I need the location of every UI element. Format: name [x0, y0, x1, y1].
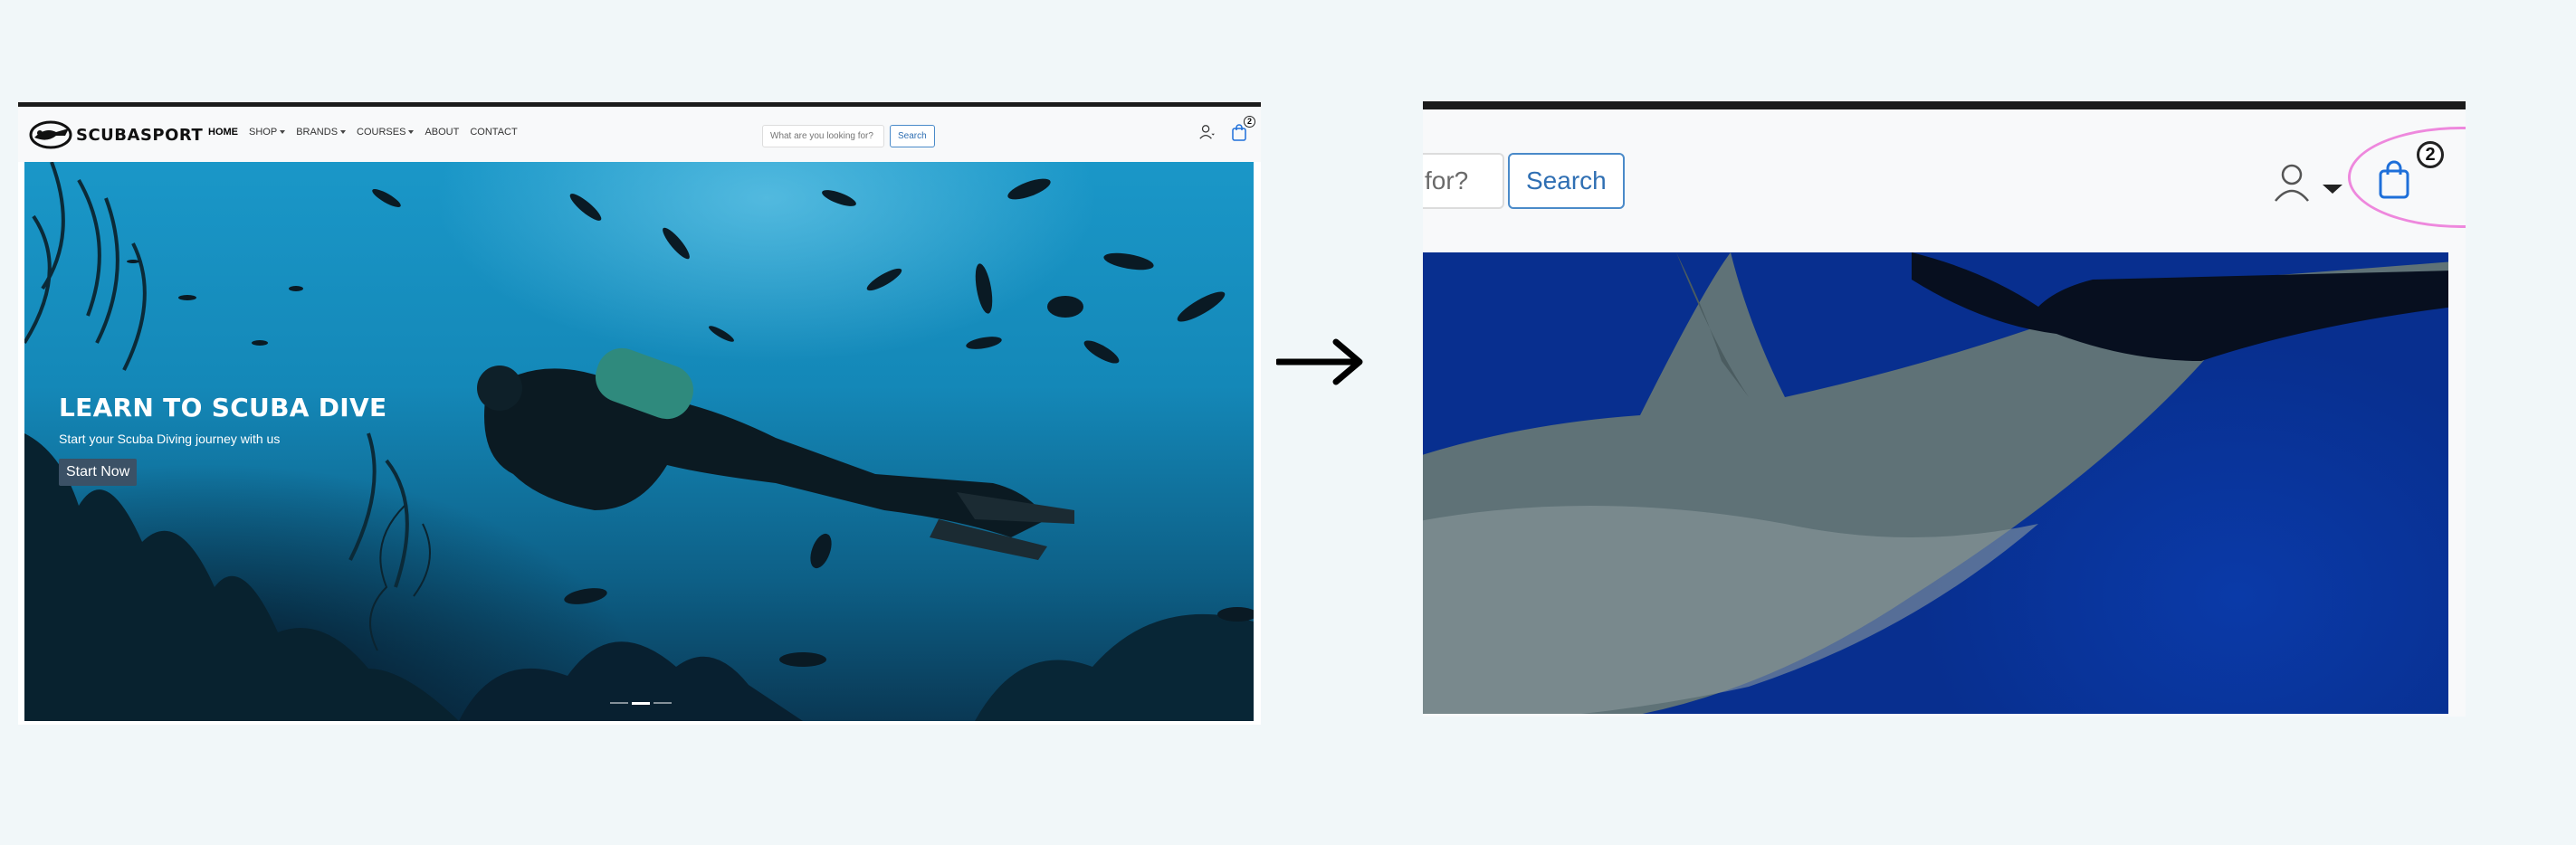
shark-illustration [1423, 252, 2448, 714]
hero-title: LEARN TO SCUBA DIVE [59, 393, 387, 422]
user-icon[interactable] [2274, 163, 2310, 203]
right-arrow-icon [1276, 338, 1363, 385]
diver-logo-icon [29, 120, 72, 149]
nav-item-label: SHOP [249, 127, 278, 138]
nav-item-contact[interactable]: CONTACT [470, 127, 517, 138]
nav-actions: 2 [1198, 116, 1255, 141]
nav-item-shop[interactable]: SHOP [249, 127, 286, 138]
zoomed-header-crop: for? Search 2 [1423, 101, 2466, 717]
hero-slide-zoomed [1423, 252, 2448, 714]
hero-carousel: LEARN TO SCUBA DIVE Start your Scuba Div… [24, 162, 1254, 721]
user-icon[interactable] [1198, 124, 1215, 140]
start-now-button[interactable]: Start Now [59, 459, 138, 486]
search-button[interactable]: Search [890, 125, 935, 147]
nav-item-label: BRANDS [296, 127, 339, 138]
nav-item-label: COURSES [357, 127, 406, 138]
nav-item-label: HOME [208, 127, 238, 138]
brand-logo[interactable]: SCUBASPORT [29, 119, 203, 151]
nav-item-label: ABOUT [425, 127, 460, 138]
carousel-indicators [610, 702, 672, 705]
search-placeholder-fragment: for? [1425, 166, 1469, 195]
caret-down-icon [408, 130, 415, 134]
carousel-indicator[interactable] [654, 702, 672, 704]
nav-menu: HOME SHOP BRANDS COURSES ABOUT CONTACT [208, 127, 529, 138]
cart-count-badge: 2 [1244, 116, 1255, 128]
caret-down-icon [340, 130, 347, 134]
caret-down-icon[interactable] [2323, 183, 2342, 194]
search-form-zoomed: for? Search [1423, 153, 1625, 209]
highlight-ellipse [2348, 127, 2466, 228]
search-input-zoomed[interactable]: for? [1423, 153, 1504, 209]
nav-item-courses[interactable]: COURSES [357, 127, 415, 138]
browser-top-bar [1423, 101, 2466, 109]
hero-caption: LEARN TO SCUBA DIVE Start your Scuba Div… [59, 393, 386, 486]
nav-item-home[interactable]: HOME [208, 127, 238, 138]
nav-item-label: CONTACT [470, 127, 518, 138]
full-page-screenshot: SCUBASPORT HOME SHOP BRANDS COURSES ABOU… [18, 102, 1261, 725]
search-form: Search [762, 125, 935, 147]
search-button-zoomed[interactable]: Search [1508, 153, 1625, 209]
navbar: SCUBASPORT HOME SHOP BRANDS COURSES ABOU… [18, 107, 1261, 162]
search-input[interactable] [762, 125, 884, 147]
caret-down-icon [280, 130, 286, 134]
nav-item-brands[interactable]: BRANDS [296, 127, 347, 138]
nav-item-about[interactable]: ABOUT [425, 127, 459, 138]
hero-subtitle: Start your Scuba Diving journey with us [59, 432, 281, 446]
scuba-diver-illustration [477, 347, 1074, 560]
carousel-indicator-active[interactable] [632, 702, 650, 705]
cart-button[interactable]: 2 [1231, 116, 1255, 141]
carousel-indicator[interactable] [610, 702, 628, 704]
brand-name: SCUBASPORT [76, 125, 204, 145]
